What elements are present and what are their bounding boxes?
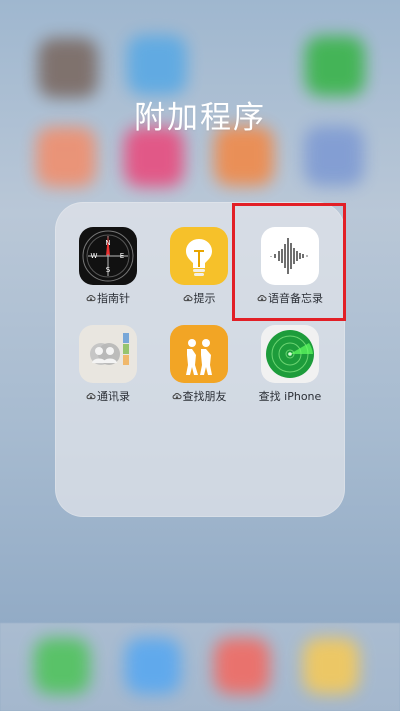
cloud-download-icon — [86, 391, 96, 401]
app-label-find-friends: 查找朋友 — [159, 388, 239, 404]
compass-icon: N E S W — [79, 227, 137, 285]
people-icon — [170, 325, 228, 383]
dock-app-icon — [125, 638, 181, 694]
dock-app-icon — [303, 638, 359, 694]
dock-app-icon — [34, 638, 90, 694]
app-find-iphone[interactable]: 查找 iPhone — [250, 325, 330, 404]
cloud-download-icon — [183, 293, 193, 303]
cloud-download-icon — [86, 293, 96, 303]
app-label-compass: 指南针 — [68, 290, 148, 306]
contacts-icon — [79, 325, 137, 383]
svg-text:W: W — [91, 252, 98, 260]
cloud-download-icon — [172, 391, 182, 401]
app-label-contacts: 通讯录 — [68, 388, 148, 404]
dock-app-icon — [214, 638, 270, 694]
app-tips[interactable]: 提示 — [159, 227, 239, 306]
app-compass[interactable]: N E S W 指南针 — [68, 227, 148, 306]
background-app-icon — [305, 36, 365, 96]
app-label-tips: 提示 — [159, 290, 239, 306]
voice-memos-highlight — [232, 203, 346, 321]
svg-text:E: E — [120, 252, 124, 260]
app-find-friends[interactable]: 查找朋友 — [159, 325, 239, 404]
svg-text:S: S — [106, 266, 111, 274]
app-contacts[interactable]: 通讯录 — [68, 325, 148, 404]
lightbulb-icon — [170, 227, 228, 285]
svg-text:N: N — [105, 239, 110, 247]
background-app-icon — [38, 38, 98, 98]
app-label-find-iphone: 查找 iPhone — [258, 390, 322, 403]
radar-icon — [261, 325, 319, 383]
background-app-icon — [127, 35, 187, 95]
folder-title: 附加程序 — [134, 100, 266, 136]
